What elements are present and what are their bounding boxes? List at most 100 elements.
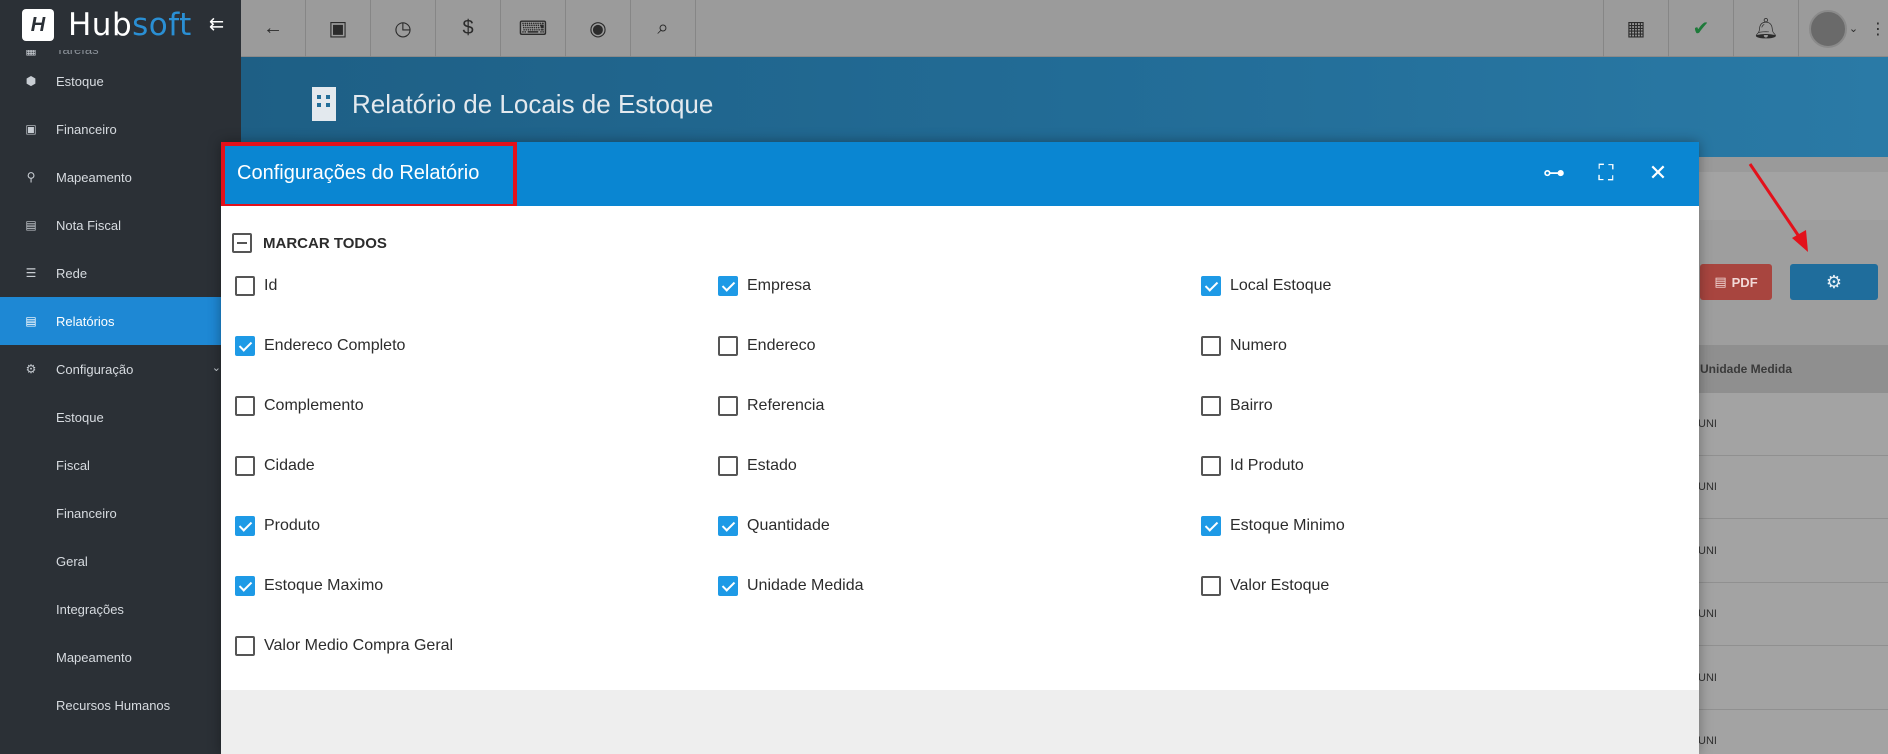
contact-card-icon: ▣ bbox=[328, 18, 348, 40]
table-cell: UNI bbox=[1698, 520, 1888, 583]
sidebar-item-label: Relatórios bbox=[56, 313, 115, 329]
checked-checkbox-icon[interactable] bbox=[718, 576, 738, 596]
sidebar-subitem-mapeamento[interactable]: Mapeamento bbox=[0, 633, 241, 681]
option-label: Estoque Maximo bbox=[264, 577, 384, 594]
sidebar-item-financeiro[interactable]: ▣ Financeiro bbox=[0, 105, 241, 153]
checked-checkbox-icon[interactable] bbox=[1201, 516, 1221, 536]
option-label: Referencia bbox=[747, 397, 825, 414]
option-estoque-maximo[interactable]: Estoque Maximo bbox=[235, 576, 383, 596]
sidebar-item-estoque[interactable]: ⬢ Estoque bbox=[0, 57, 241, 105]
sidebar-subitem-integracoes[interactable]: Integrações bbox=[0, 585, 241, 633]
unchecked-checkbox-icon[interactable] bbox=[1201, 576, 1221, 596]
more-menu-icon[interactable]: ⋮ bbox=[1868, 0, 1888, 57]
view-button[interactable]: ◉ bbox=[566, 0, 631, 57]
page-title: Relatório de Locais de Estoque bbox=[312, 87, 713, 121]
option-estado[interactable]: Estado bbox=[718, 456, 797, 476]
checked-checkbox-icon[interactable] bbox=[235, 576, 255, 596]
option-estoque-minimo[interactable]: Estoque Minimo bbox=[1201, 516, 1345, 536]
unchecked-checkbox-icon[interactable] bbox=[1201, 396, 1221, 416]
report-settings-modal: Configurações do Relatório ⊶ ⛶ ✕ MARCAR … bbox=[221, 142, 1699, 754]
sidebar-subitem-estoque[interactable]: Estoque bbox=[0, 393, 241, 441]
server-icon: ☰ bbox=[25, 266, 37, 280]
option-id[interactable]: Id bbox=[235, 276, 277, 296]
unchecked-checkbox-icon[interactable] bbox=[718, 336, 738, 356]
unchecked-checkbox-icon[interactable] bbox=[718, 456, 738, 476]
option-complemento[interactable]: Complemento bbox=[235, 396, 364, 416]
terminal-icon: ⌨ bbox=[518, 18, 548, 40]
gear-icon: ⚙ bbox=[25, 362, 37, 376]
tasks-check-button[interactable]: ✔ bbox=[1668, 0, 1733, 57]
sidebar-item-configuracao[interactable]: ⚙ Configuração ⌄ bbox=[0, 345, 241, 393]
brand[interactable]: H Hubsoft ⇇ bbox=[0, 0, 241, 50]
option-valor-medio-compra-geral[interactable]: Valor Medio Compra Geral bbox=[235, 636, 453, 656]
dollar-icon: $ bbox=[462, 17, 474, 39]
fullscreen-icon[interactable]: ⛶ bbox=[1595, 160, 1617, 186]
sidebar-subitem-label: Mapeamento bbox=[56, 649, 132, 665]
collapse-menu-icon[interactable]: ⇇ bbox=[209, 14, 224, 35]
option-bairro[interactable]: Bairro bbox=[1201, 396, 1273, 416]
gear-icon: ⚙ bbox=[1825, 271, 1843, 292]
sidebar-item-rede[interactable]: ☰ Rede bbox=[0, 249, 241, 297]
contact-button[interactable]: ▣ bbox=[306, 0, 371, 57]
option-empresa[interactable]: Empresa bbox=[718, 276, 811, 296]
export-pdf-button[interactable]: ▤ PDF bbox=[1700, 264, 1772, 300]
checked-checkbox-icon[interactable] bbox=[718, 276, 738, 296]
unchecked-checkbox-icon[interactable] bbox=[1201, 336, 1221, 356]
page-title-text: Relatório de Locais de Estoque bbox=[352, 88, 714, 119]
sidebar-subitem-fiscal[interactable]: Fiscal bbox=[0, 441, 241, 489]
indeterminate-checkbox-icon[interactable] bbox=[232, 233, 252, 253]
table-cell: UNI bbox=[1698, 710, 1888, 754]
option-label: Local Estoque bbox=[1230, 277, 1332, 294]
search-button[interactable]: ⌕ bbox=[631, 0, 696, 57]
unchecked-checkbox-icon[interactable] bbox=[718, 396, 738, 416]
pdf-file-button[interactable]: ▦ bbox=[1603, 0, 1668, 57]
unchecked-checkbox-icon[interactable] bbox=[235, 396, 255, 416]
option-id-produto[interactable]: Id Produto bbox=[1201, 456, 1304, 476]
option-valor-estoque[interactable]: Valor Estoque bbox=[1201, 576, 1329, 596]
unchecked-checkbox-icon[interactable] bbox=[235, 456, 255, 476]
document-icon: ▤ bbox=[25, 218, 37, 232]
sidebar-subitem-geral[interactable]: Geral bbox=[0, 537, 241, 585]
sidebar-item-label: Mapeamento bbox=[56, 169, 132, 185]
option-numero[interactable]: Numero bbox=[1201, 336, 1287, 356]
table-cell: UNI bbox=[1698, 456, 1888, 519]
option-endereco[interactable]: Endereco bbox=[718, 336, 816, 356]
modal-title: Configurações do Relatório bbox=[237, 162, 480, 184]
checked-checkbox-icon[interactable] bbox=[235, 516, 255, 536]
back-button[interactable]: ← bbox=[241, 0, 306, 57]
option-produto[interactable]: Produto bbox=[235, 516, 320, 536]
option-unidade-medida[interactable]: Unidade Medida bbox=[718, 576, 864, 596]
checked-checkbox-icon[interactable] bbox=[718, 516, 738, 536]
sidebar-subitem-financeiro[interactable]: Financeiro bbox=[0, 489, 241, 537]
sidebar-item-label: Configuração bbox=[56, 361, 134, 377]
key-icon[interactable]: ⊶ bbox=[1543, 160, 1565, 186]
option-local-estoque[interactable]: Local Estoque bbox=[1201, 276, 1331, 296]
sidebar-item-nota-fiscal[interactable]: ▤ Nota Fiscal bbox=[0, 201, 241, 249]
sidebar-item-label: Financeiro bbox=[56, 121, 117, 137]
building-icon bbox=[312, 87, 336, 121]
terminal-button[interactable]: ⌨ bbox=[501, 0, 566, 57]
sidebar-item-mapeamento[interactable]: ⚲ Mapeamento bbox=[0, 153, 241, 201]
sidebar-subitem-recursos-humanos[interactable]: Recursos Humanos bbox=[0, 681, 241, 729]
close-icon[interactable]: ✕ bbox=[1647, 160, 1669, 186]
option-endereco-completo[interactable]: Endereco Completo bbox=[235, 336, 405, 356]
mark-all-checkbox[interactable]: MARCAR TODOS bbox=[232, 233, 387, 253]
topbar-right: ▦ ✔ 🔔︎ ⌄ ⋮ bbox=[1603, 0, 1888, 57]
finance-button[interactable]: $ bbox=[436, 0, 501, 57]
option-label: Endereco Completo bbox=[264, 337, 406, 354]
option-quantidade[interactable]: Quantidade bbox=[718, 516, 830, 536]
report-settings-button[interactable]: ⚙ bbox=[1790, 264, 1878, 300]
unchecked-checkbox-icon[interactable] bbox=[235, 276, 255, 296]
unchecked-checkbox-icon[interactable] bbox=[1201, 456, 1221, 476]
option-referencia[interactable]: Referencia bbox=[718, 396, 824, 416]
option-cidade[interactable]: Cidade bbox=[235, 456, 315, 476]
modal-header: Configurações do Relatório ⊶ ⛶ ✕ bbox=[221, 142, 1699, 208]
checked-checkbox-icon[interactable] bbox=[235, 336, 255, 356]
schedule-button[interactable]: ◷ bbox=[371, 0, 436, 57]
unchecked-checkbox-icon[interactable] bbox=[235, 636, 255, 656]
sidebar-item-relatorios[interactable]: ▤ Relatórios bbox=[0, 297, 241, 345]
notifications-button[interactable]: 🔔︎ bbox=[1733, 0, 1798, 57]
checked-checkbox-icon[interactable] bbox=[1201, 276, 1221, 296]
brand-name-part-a: Hub bbox=[68, 7, 133, 43]
user-menu-button[interactable]: ⌄ bbox=[1798, 0, 1868, 57]
